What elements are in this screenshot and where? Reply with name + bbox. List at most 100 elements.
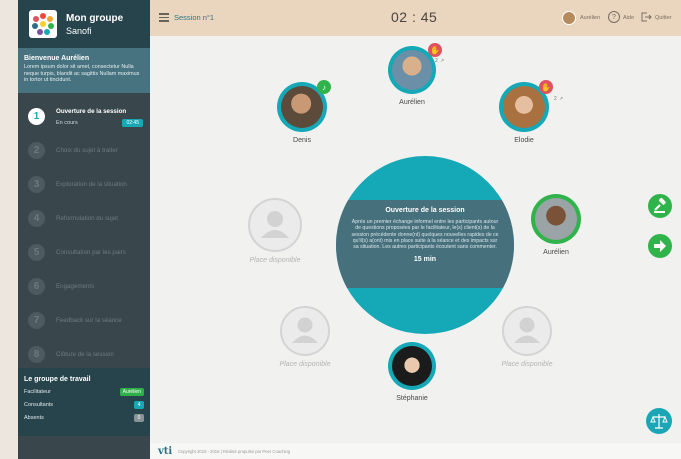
gavel-icon (654, 197, 666, 213)
step-item-6[interactable]: 6 Engagements (18, 269, 150, 303)
step-item-2[interactable]: 2 Choix du sujet à traiter (18, 133, 150, 167)
participant-name: Aurélien (399, 99, 425, 106)
step-item-1[interactable]: 1 Ouverture de la session En cours 02:45 (18, 99, 150, 133)
user-avatar[interactable] (562, 11, 576, 25)
session-title: Session n°1 (174, 13, 215, 22)
current-step-description: Après un premier échange informel entre … (351, 219, 499, 251)
workgroup-title: Le groupe de travail (24, 376, 91, 383)
empty-avatar (280, 306, 330, 356)
scale-icon (650, 414, 668, 429)
step-time-badge: 02:45 (122, 119, 143, 127)
pin-icon: ↗ (440, 58, 445, 64)
step-label: Engagements (56, 282, 95, 290)
step-label: Consultation par les pairs (56, 248, 126, 256)
balance-button[interactable] (646, 408, 672, 434)
hamburger-menu-icon[interactable] (159, 13, 169, 22)
step-label: Exploration de la situation (56, 180, 127, 188)
step-label: Reformulation du sujet (56, 214, 118, 222)
logout-icon[interactable] (640, 11, 652, 23)
step-number: 3 (28, 175, 45, 193)
sidebar: Mon groupe Sanofi Bienvenue Aurélien Lor… (18, 0, 150, 459)
help-icon[interactable]: ? (608, 11, 620, 23)
group-subtitle: Sanofi (66, 25, 92, 36)
current-step-card: Ouverture de la session Après un premier… (336, 200, 514, 288)
step-number: 7 (28, 311, 45, 329)
user-name[interactable]: Aurélien (580, 15, 600, 21)
participant-name: Elodie (514, 137, 534, 144)
step-label: Ouverture de la session (56, 108, 127, 115)
participant-name: Denis (293, 137, 311, 144)
participant-bottom[interactable]: Stéphanie (382, 342, 442, 402)
help-link[interactable]: Aide (623, 15, 634, 21)
microphone-icon: ♪ (317, 80, 331, 94)
step-item-7[interactable]: 7 Feedback sur la séance (18, 303, 150, 337)
footer-logo: vti (158, 446, 173, 457)
workgroup-panel: Le groupe de travail Facilitateur Auréli… (18, 368, 150, 436)
step-item-5[interactable]: 5 Consultation par les pairs (18, 235, 150, 269)
step-item-4[interactable]: 4 Reformulation du sujet (18, 201, 150, 235)
session-timer: 02 : 45 (391, 9, 438, 25)
footer: vti Copyright 2015 - 2016 | Réalisé prop… (150, 443, 681, 459)
step-number: 2 (28, 141, 45, 159)
empty-slot-label: Place disponible (249, 257, 301, 264)
hand-count: 2 (435, 58, 438, 64)
participant-facilitator[interactable]: Aurélien (526, 194, 586, 256)
participant-avatar (388, 342, 436, 390)
workgroup-badge: Aurélien (119, 388, 144, 396)
empty-avatar (248, 198, 302, 252)
empty-slot-bottom-left[interactable]: Place disponible (272, 306, 338, 368)
hand-count: 2 (554, 96, 557, 102)
step-number: 4 (28, 209, 45, 227)
workgroup-row-facilitator: Facilitateur Aurélien (24, 388, 144, 396)
user-placeholder-icon (292, 317, 318, 343)
footer-copyright: Copyright 2015 - 2016 | Réalisé propulsé… (178, 449, 291, 454)
group-title: Mon groupe (66, 12, 124, 24)
step-number: 1 (28, 107, 45, 125)
participant-avatar (531, 194, 581, 244)
participant-name: Stéphanie (396, 395, 428, 402)
workgroup-label: Facilitateur (24, 389, 51, 395)
steps-list: 1 Ouverture de la session En cours 02:45… (18, 93, 150, 371)
current-step-duration: 15 min (413, 256, 437, 264)
participant-avatar: ♪ (277, 80, 331, 132)
current-step-circle: Ouverture de la session Après un premier… (336, 156, 514, 334)
step-number: 5 (28, 243, 45, 261)
participant-left[interactable]: ♪ Denis (272, 80, 332, 144)
participant-name: Aurélien (543, 249, 569, 256)
next-step-button[interactable] (648, 234, 672, 258)
gavel-button[interactable] (648, 194, 672, 218)
empty-avatar (502, 306, 552, 356)
session-board: Ouverture de la session Après un premier… (150, 36, 681, 443)
quit-link[interactable]: Quitter (655, 15, 672, 21)
raised-hand-icon: ✋ (539, 80, 553, 94)
current-step-title: Ouverture de la session (385, 207, 465, 214)
raised-hand-icon: ✋ (428, 43, 442, 57)
workgroup-label: Consultants (24, 402, 54, 408)
empty-slot-bottom-right[interactable]: Place disponible (494, 306, 560, 368)
workgroup-row-absents: Absents 0 (24, 414, 144, 422)
group-header: Mon groupe Sanofi (18, 0, 150, 48)
user-placeholder-icon (514, 317, 540, 343)
step-item-8[interactable]: 8 Clôture de la session (18, 337, 150, 371)
arrow-right-icon (654, 240, 666, 252)
step-label: Clôture de la session (56, 350, 114, 358)
welcome-title: Bienvenue Aurélien (24, 55, 90, 62)
step-number: 8 (28, 345, 45, 363)
pin-icon: ↗ (559, 96, 564, 102)
workgroup-row-consultants: Consultants 4 (24, 401, 144, 409)
workgroup-label: Absents (24, 415, 44, 421)
welcome-text: Lorem ipsum dolor sit amet, consectetur … (24, 64, 140, 84)
participant-top[interactable]: ✋ 2 ↗ Aurélien (382, 43, 445, 106)
user-placeholder-icon (261, 211, 289, 238)
step-number: 6 (28, 277, 45, 295)
step-label: Feedback sur la séance (56, 316, 122, 324)
participant-right[interactable]: ✋ 2 ↗ Elodie (494, 80, 563, 144)
step-item-3[interactable]: 3 Exploration de la situation (18, 167, 150, 201)
workgroup-badge: 0 (134, 414, 144, 422)
workgroup-badge: 4 (134, 401, 144, 409)
empty-slot-left[interactable]: Place disponible (242, 198, 308, 264)
top-bar: Session n°1 02 : 45 Aurélien ? Aide Quit… (150, 0, 681, 36)
participant-avatar: ✋ (388, 43, 442, 94)
group-logo (29, 10, 57, 38)
participant-avatar: ✋ (499, 80, 553, 132)
